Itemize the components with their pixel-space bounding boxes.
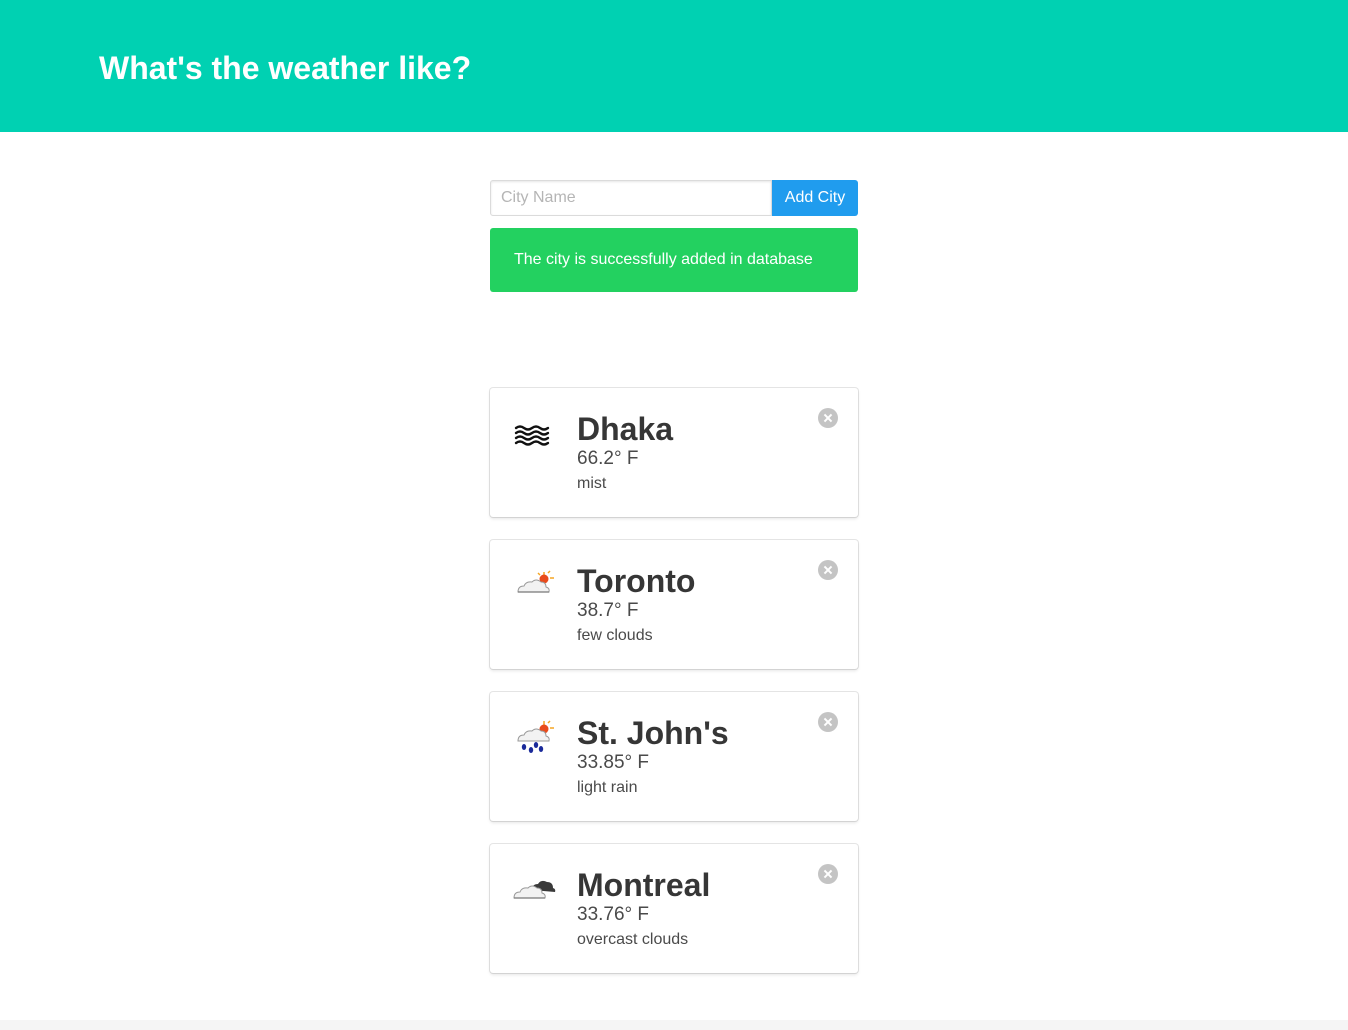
weather-description: few clouds — [577, 627, 653, 644]
city-temperature: 33.76° F — [577, 904, 650, 925]
weather-description: light rain — [577, 779, 638, 796]
city-name: Dhaka — [577, 411, 674, 447]
city-temperature: 33.85° F — [577, 752, 650, 773]
success-notification: The city is successfully added in databa… — [490, 228, 858, 292]
weather-description: overcast clouds — [577, 931, 689, 948]
city-name: Toronto — [577, 563, 696, 599]
delete-city-button[interactable] — [818, 864, 838, 884]
city-temperature: 38.7° F — [577, 600, 639, 621]
delete-city-button[interactable] — [818, 408, 838, 428]
city-name: St. John's — [577, 715, 729, 751]
add-city-button[interactable]: Add City — [772, 180, 858, 216]
few-clouds-icon — [512, 568, 556, 602]
city-name: Montreal — [577, 867, 711, 903]
light-rain-icon — [512, 720, 556, 754]
weather-card: Montreal 33.76° F overcast clouds — [490, 844, 858, 973]
city-temperature: 66.2° F — [577, 448, 639, 469]
weather-card: Dhaka 66.2° F mist — [490, 388, 858, 517]
notification-message: The city is successfully added in databa… — [514, 251, 813, 268]
overcast-clouds-icon — [512, 872, 556, 906]
page-title: What's the weather like? — [99, 50, 472, 86]
footer — [0, 1020, 1348, 1030]
add-city-form: Add City — [490, 180, 858, 216]
city-name-input[interactable] — [490, 180, 772, 216]
weather-card: St. John's 33.85° F light rain — [490, 692, 858, 821]
weather-description: mist — [577, 475, 607, 492]
mist-icon — [512, 416, 556, 450]
weather-card: Toronto 38.7° F few clouds — [490, 540, 858, 669]
delete-city-button[interactable] — [818, 712, 838, 732]
delete-city-button[interactable] — [818, 560, 838, 580]
hero-header: What's the weather like? — [0, 0, 1348, 132]
